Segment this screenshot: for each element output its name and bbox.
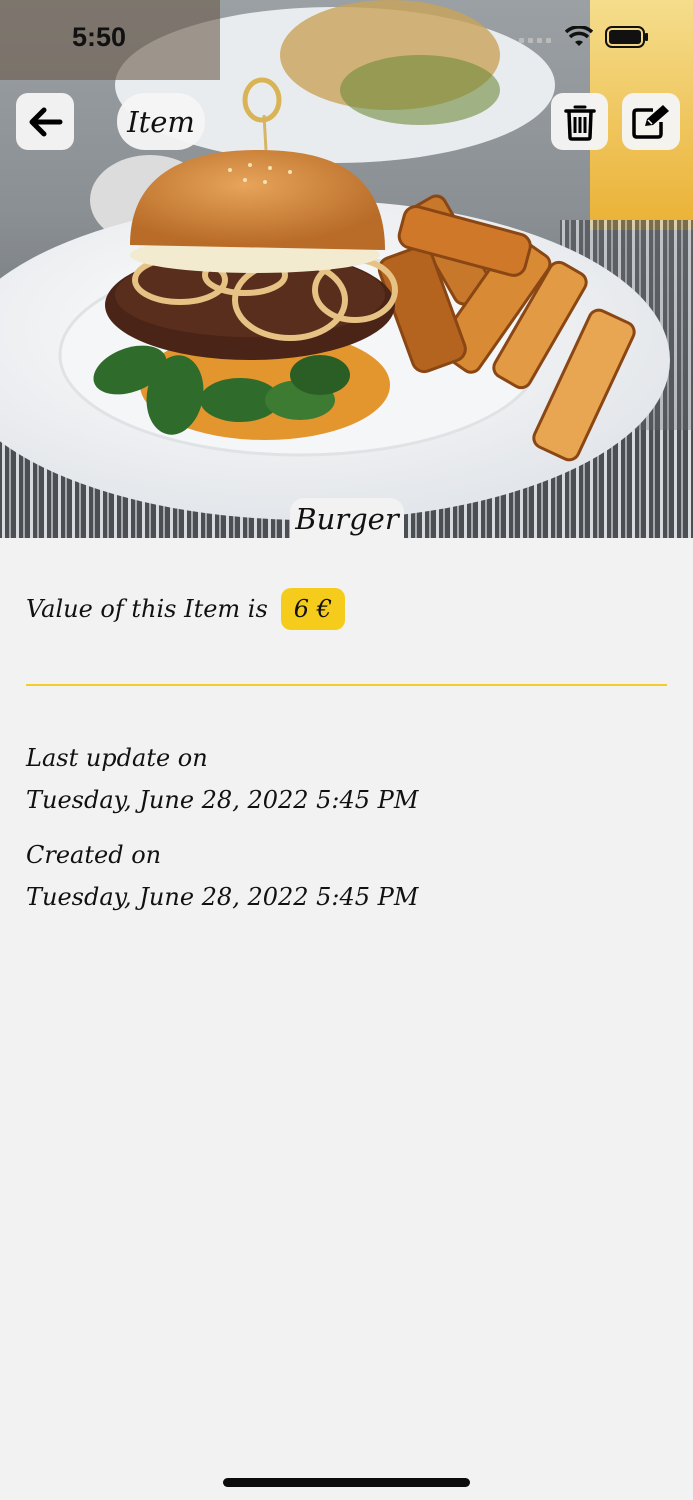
created-label: Created on: [26, 841, 162, 869]
wifi-icon: [565, 26, 593, 46]
status-time: 5:50: [72, 22, 127, 52]
meta-info: Last update on Tuesday, June 28, 2022 5:…: [26, 737, 667, 918]
back-button[interactable]: [16, 93, 74, 150]
updated-label: Last update on: [26, 744, 208, 772]
divider: [26, 684, 667, 686]
value-row: Value of this Item is 6 €: [26, 578, 667, 640]
status-icons: [519, 26, 649, 48]
item-details: Value of this Item is 6 € Last update on…: [26, 578, 667, 918]
item-name: Burger: [290, 498, 404, 540]
trash-icon: [563, 105, 596, 141]
edit-button[interactable]: [622, 93, 680, 150]
home-indicator[interactable]: [223, 1478, 470, 1487]
delete-button[interactable]: [551, 93, 608, 150]
updated-block: Last update on Tuesday, June 28, 2022 5:…: [26, 737, 667, 821]
edit-icon: [632, 104, 669, 139]
price-badge: 6 €: [280, 588, 345, 630]
page-title: Item: [117, 93, 205, 150]
battery-icon: [605, 26, 648, 48]
created-block: Created on Tuesday, June 28, 2022 5:45 P…: [26, 834, 667, 918]
arrow-left-icon: [29, 107, 63, 136]
updated-value: Tuesday, June 28, 2022 5:45 PM: [26, 786, 419, 814]
signal-icon: [519, 38, 551, 43]
value-label: Value of this Item is: [26, 595, 268, 623]
item-photo: [0, 0, 693, 538]
created-value: Tuesday, June 28, 2022 5:45 PM: [26, 883, 419, 911]
status-bar: 5:50: [0, 0, 693, 80]
